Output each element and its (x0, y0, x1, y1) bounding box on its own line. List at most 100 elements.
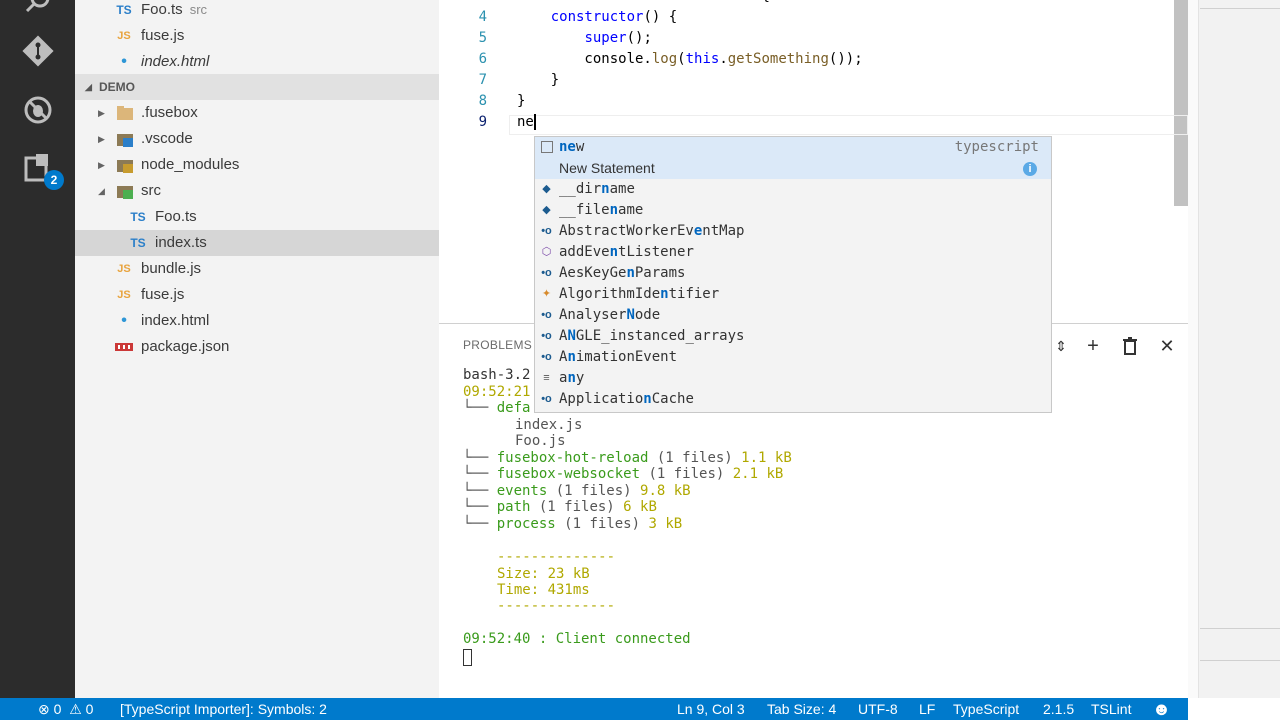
editor-scrollbar[interactable] (1174, 0, 1188, 206)
code-line: class HelloWorld extends Foo { (517, 0, 770, 4)
suggest-item[interactable]: ◆ __dirname (535, 179, 1051, 200)
suggest-item[interactable]: •o AesKeyGenParams (535, 263, 1051, 284)
tree-file[interactable]: • index.html (75, 308, 439, 334)
search-icon[interactable] (22, 0, 54, 18)
debug-icon[interactable] (22, 94, 54, 126)
open-editor-name: fuse.js (141, 27, 185, 44)
code-line: } (517, 72, 560, 88)
suggest-item-focused[interactable]: new typescript (535, 137, 1051, 158)
interface-icon: •o (541, 225, 552, 237)
typescript-file-icon: TS (116, 3, 132, 17)
code-line: constructor() { (550, 9, 678, 25)
code-line-current: ne (517, 114, 536, 130)
tree-file[interactable]: package.json (75, 334, 439, 360)
folder-icon (117, 106, 133, 120)
terminal-line: bash-3.2 (463, 367, 531, 383)
npm-icon (115, 343, 133, 351)
encoding[interactable]: UTF-8 (858, 698, 898, 720)
end-of-line[interactable]: LF (919, 698, 935, 720)
open-editor-name: index.html (141, 53, 210, 70)
javascript-file-icon: JS (117, 289, 131, 301)
tab-size[interactable]: Tab Size: 4 (767, 698, 836, 720)
line-number: 7 (478, 72, 487, 88)
workspace-section-header[interactable]: ◢ DEMO (75, 74, 439, 100)
module-icon: ◆ (542, 204, 551, 216)
suggest-item[interactable]: ≡ any (535, 368, 1051, 389)
type-icon: ✦ (541, 288, 552, 300)
tree-folder[interactable]: ◢ src (75, 178, 439, 204)
close-panel-icon[interactable]: ✕ (1157, 336, 1177, 356)
new-terminal-icon[interactable]: + (1083, 336, 1103, 356)
line-number: 8 (478, 93, 487, 109)
tree-file[interactable]: TS Foo.ts (75, 204, 439, 230)
tab-problems[interactable]: PROBLEMS (463, 338, 532, 352)
terminal-line: -------------- (497, 549, 616, 565)
chevron-right-icon: ▶ (98, 108, 105, 118)
tree-file[interactable]: JS bundle.js (75, 256, 439, 282)
interface-icon: •o (541, 267, 552, 279)
typescript-version[interactable]: 2.1.5 (1043, 698, 1074, 720)
open-editor-name: Foo.ts (141, 1, 183, 18)
extensions-badge: 2 (44, 170, 64, 190)
activity-bar: 2 (0, 0, 75, 698)
suggest-item[interactable]: ◆ __filename (535, 200, 1051, 221)
terminal-bundle-line: └── path (1 files) 6 kB (463, 499, 657, 515)
chevron-right-icon: ▶ (98, 160, 105, 170)
open-editor-item[interactable]: JS fuse.js (75, 23, 439, 49)
code-line: } (517, 93, 526, 109)
snippet-icon (541, 141, 553, 153)
terminal-bundle-line: └── events (1 files) 9.8 kB (463, 483, 691, 499)
tree-folder[interactable]: ▶ node_modules (75, 152, 439, 178)
cursor-position[interactable]: Ln 9, Col 3 (677, 698, 745, 720)
feedback-smiley-icon[interactable]: ☻ (1152, 698, 1171, 720)
interface-icon: •o (541, 309, 552, 321)
interface-icon: •o (541, 330, 552, 342)
suggest-item[interactable]: •o ANGLE_instanced_arrays (535, 326, 1051, 347)
info-icon[interactable]: i (1023, 162, 1037, 176)
trash-icon[interactable] (1120, 336, 1140, 356)
terminal-bundle-line: └── process (1 files) 3 kB (463, 516, 683, 532)
typescript-file-icon: TS (130, 236, 146, 250)
terminal-line: 09:52:21 (463, 384, 531, 400)
tree-folder[interactable]: ▶ .fusebox (75, 100, 439, 126)
line-number: 6 (478, 51, 487, 67)
suggest-item[interactable]: •o AbstractWorkerEventMap (535, 221, 1051, 242)
terminal-line: Size: 23 kB (497, 566, 590, 582)
importer-status[interactable]: [TypeScript Importer]: Symbols: 2 (120, 698, 327, 720)
tree-folder[interactable]: ▶ .vscode (75, 126, 439, 152)
autocomplete-widget[interactable]: new typescript New Statement i ◆ __dirna… (534, 136, 1052, 413)
terminal-line: └── defa (463, 400, 531, 416)
javascript-file-icon: JS (117, 263, 131, 275)
suggest-item[interactable]: •o AnalyserNode (535, 305, 1051, 326)
source-control-icon[interactable] (22, 35, 54, 67)
tree-file[interactable]: JS fuse.js (75, 282, 439, 308)
explorer-sidebar: TS Foo.ts src JS fuse.js • index.html ◢ D… (75, 0, 439, 698)
keyword-icon: ≡ (543, 372, 550, 384)
terminal-line: Time: 431ms (497, 582, 590, 598)
error-icon: ⊗ (38, 701, 50, 717)
open-editor-item[interactable]: TS Foo.ts src (75, 0, 439, 23)
terminal-select-chevron-icon[interactable]: ⇕ (1051, 336, 1071, 356)
terminal-line: 09:52:40 : Client connected (463, 631, 691, 647)
suggest-detail-row: New Statement i (535, 158, 1051, 179)
interface-icon: •o (541, 351, 552, 363)
suggest-item[interactable]: •o AnimationEvent (535, 347, 1051, 368)
terminal-line: index.js (515, 417, 583, 433)
open-editor-item[interactable]: • index.html (75, 49, 439, 75)
terminal-line: Foo.js (515, 433, 566, 449)
method-icon: ⬡ (541, 246, 552, 258)
line-number: 3 (439, 0, 487, 4)
errors-indicator[interactable]: ⊗ 0 ⚠ 0 (38, 698, 93, 720)
language-mode[interactable]: TypeScript (953, 698, 1019, 720)
module-icon: ◆ (542, 183, 551, 195)
linter-status[interactable]: TSLint (1091, 698, 1131, 720)
code-line: console.log(this.getSomething()); (517, 51, 863, 67)
suggest-item[interactable]: •o ApplicationCache (535, 389, 1051, 410)
tree-file-selected[interactable]: TS index.ts (75, 230, 439, 256)
terminal-cursor (463, 649, 472, 666)
background-window (1188, 0, 1280, 698)
html-file-icon: • (121, 312, 127, 329)
suggest-item[interactable]: ⬡ addEventListener (535, 242, 1051, 263)
node-modules-folder-icon (117, 160, 133, 173)
suggest-item[interactable]: ✦ AlgorithmIdentifier (535, 284, 1051, 305)
